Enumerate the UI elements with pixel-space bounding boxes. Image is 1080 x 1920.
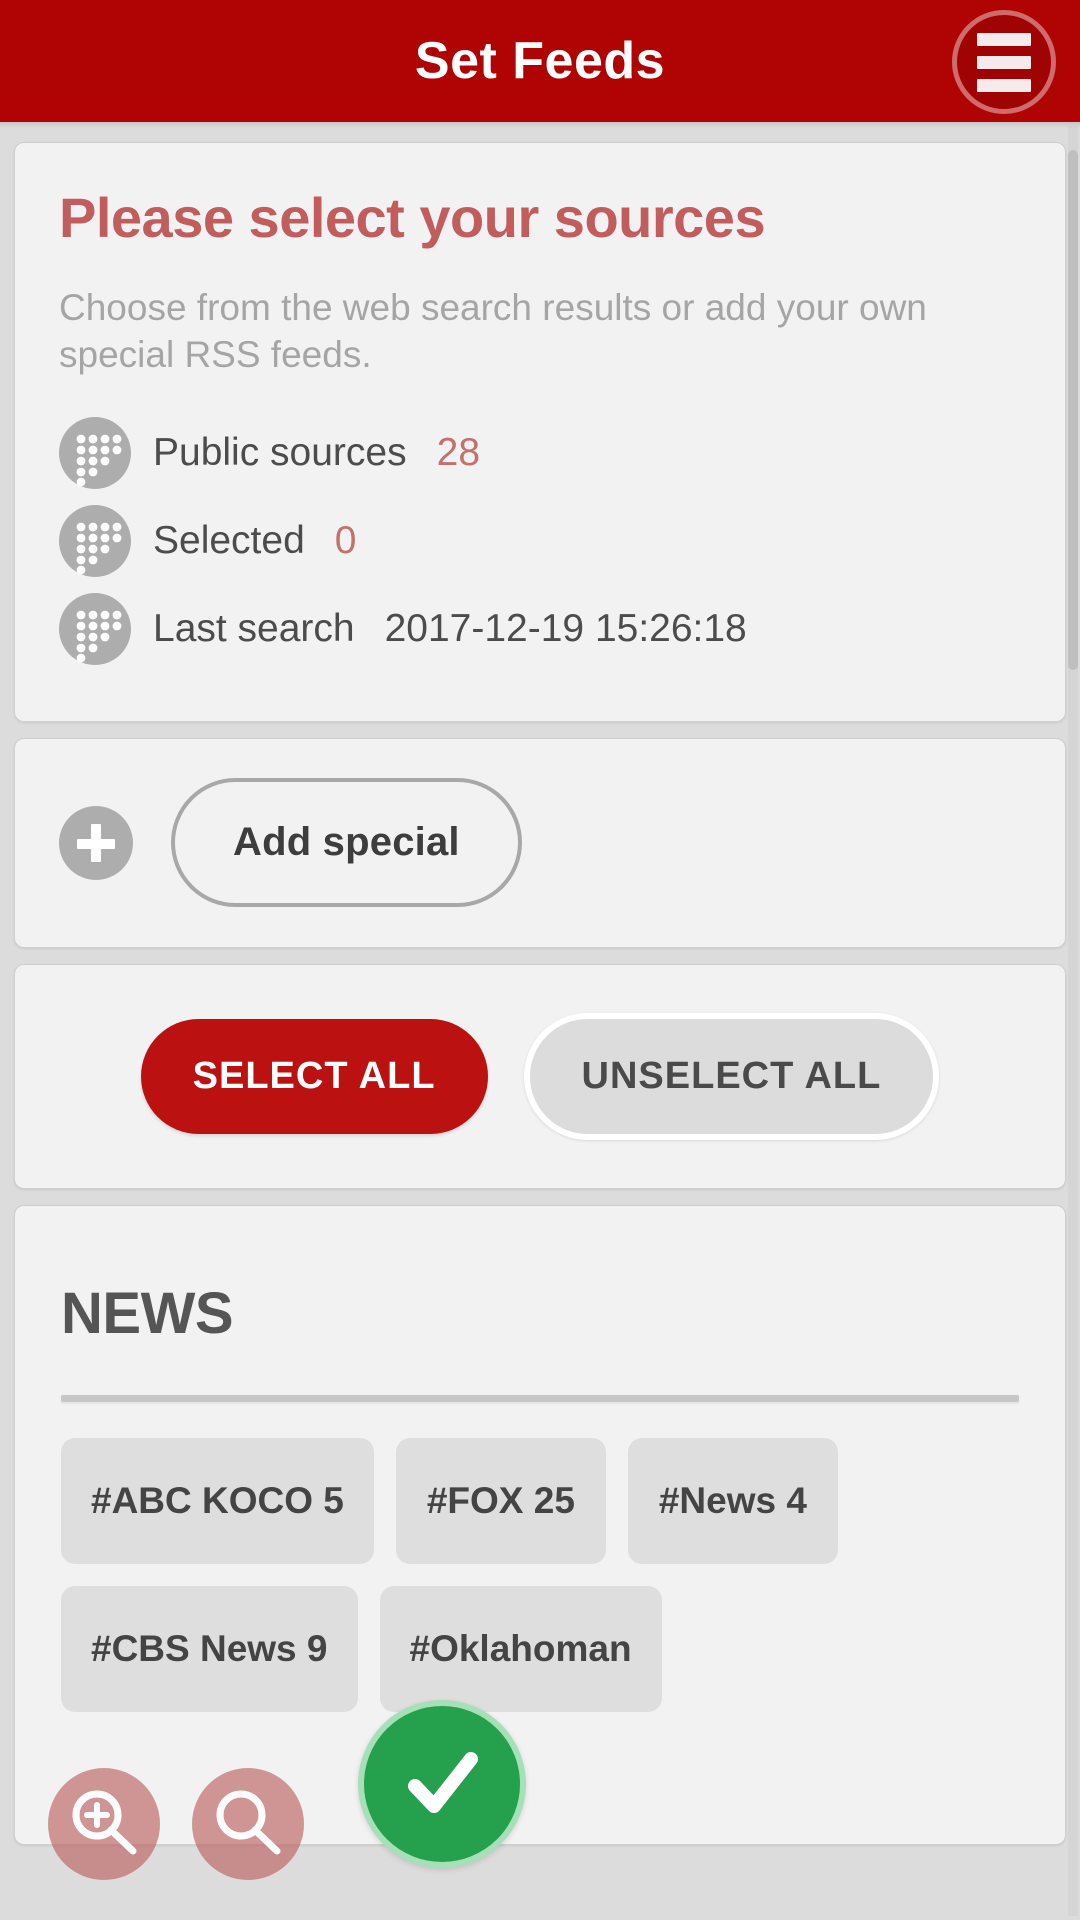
add-special-button[interactable]: Add special <box>171 778 522 908</box>
info-description: Choose from the web search results or ad… <box>59 287 927 376</box>
confirm-checkmark-button[interactable] <box>358 1700 526 1868</box>
unselect-all-button[interactable]: UNSELECT ALL <box>523 1012 940 1140</box>
page-title: Set Feeds <box>414 32 666 90</box>
feed-chip[interactable]: #Oklahoman <box>379 1585 662 1712</box>
menu-bar-bottom <box>977 78 1031 92</box>
add-special-card: Add special <box>14 737 1066 948</box>
stat-label: Last search <box>153 606 355 650</box>
stat-row-selected: Selected 0 <box>59 497 1021 585</box>
dots-icon <box>59 504 131 577</box>
checkmark-icon <box>408 1752 478 1813</box>
bulk-actions-card: SELECT ALL UNSELECT ALL <box>14 963 1066 1189</box>
stat-label: Selected <box>153 518 305 562</box>
stat-value: 0 <box>334 518 357 562</box>
stat-row-last-search: Last search 2017-12-19 15:26:18 <box>59 585 1021 673</box>
hamburger-menu-icon[interactable] <box>952 10 1056 114</box>
feed-chip[interactable]: #News 4 <box>627 1437 838 1564</box>
feed-chip[interactable]: #FOX 25 <box>395 1437 606 1564</box>
section-divider <box>61 1394 1019 1402</box>
menu-bar-middle <box>977 55 1031 69</box>
stat-value: 2017-12-19 15:26:18 <box>384 606 747 650</box>
scrollbar-thumb[interactable] <box>1068 150 1078 670</box>
menu-bar-top <box>977 32 1031 46</box>
app-header: Set Feeds <box>0 0 1080 122</box>
scroll-content[interactable]: Please select your sources Choose from t… <box>0 128 1080 1920</box>
news-heading: NEWS <box>61 1280 234 1346</box>
app-root: Set Feeds Please select your sources Cho… <box>0 0 1080 1920</box>
feed-chip[interactable]: #CBS News 9 <box>61 1585 358 1712</box>
info-card: Please select your sources Choose from t… <box>14 142 1066 722</box>
feed-chip[interactable]: #ABC KOCO 5 <box>61 1437 374 1564</box>
news-category-card: NEWS #ABC KOCO 5 #FOX 25 #News 4 #CBS Ne… <box>14 1204 1066 1845</box>
magnifier-plus-icon[interactable] <box>48 1768 160 1880</box>
info-title: Please select your sources <box>59 186 766 249</box>
dots-icon <box>59 592 131 665</box>
stat-value: 28 <box>436 430 481 474</box>
stat-row-public-sources: Public sources 28 <box>59 409 1021 497</box>
select-all-button[interactable]: SELECT ALL <box>140 1018 488 1134</box>
magnifier-minus-icon[interactable] <box>192 1768 304 1880</box>
stat-label: Public sources <box>153 430 407 474</box>
dots-icon <box>59 416 131 489</box>
feed-chip-grid: #ABC KOCO 5 #FOX 25 #News 4 #CBS News 9 … <box>61 1437 1019 1712</box>
plus-circle-icon[interactable] <box>59 805 133 880</box>
